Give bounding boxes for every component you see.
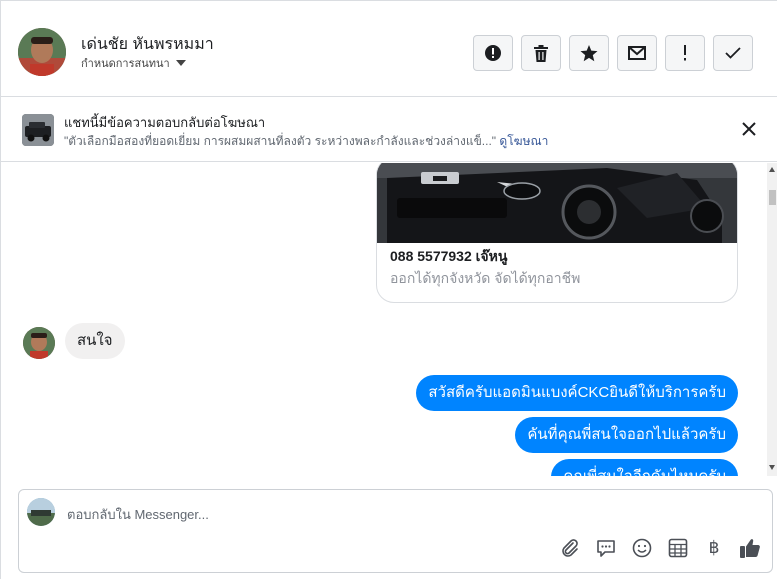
payment-button[interactable]: ฿: [703, 537, 725, 559]
scroll-down-arrow[interactable]: [769, 465, 775, 470]
caret-down-icon: [175, 60, 186, 66]
page-avatar: [27, 498, 55, 526]
message-thread[interactable]: 088 5577932 เจ๊หนู ออกได้ทุกจังหวัด จัดไ…: [1, 163, 767, 476]
ad-reply-title: แชทนี้มีข้อความตอบกลับต่อโฆษณา: [64, 115, 266, 130]
scroll-thumb[interactable]: [769, 190, 776, 205]
star-icon: [580, 44, 598, 61]
emoji-icon: [632, 538, 652, 558]
done-button[interactable]: [713, 35, 753, 71]
report-button[interactable]: [473, 35, 513, 71]
reply-composer: ฿: [18, 489, 773, 573]
mark-unread-button[interactable]: [617, 35, 657, 71]
close-banner-button[interactable]: [739, 119, 759, 139]
conversation-settings-dropdown[interactable]: กำหนดการสนทนา: [81, 54, 186, 72]
star-button[interactable]: [569, 35, 609, 71]
saved-replies-button[interactable]: [595, 537, 617, 559]
appointment-button[interactable]: [667, 537, 689, 559]
attach-button[interactable]: [559, 537, 581, 559]
chat-bubble-icon: [597, 539, 615, 557]
baht-icon: ฿: [708, 538, 720, 558]
delete-button[interactable]: [521, 35, 561, 71]
reply-input[interactable]: [67, 504, 757, 524]
messenger-panel: เด่นชัย หันพรหมมา กำหนดการสนทนา แชทนี้มี…: [0, 0, 777, 579]
ad-card-subtitle: ออกได้ทุกจังหวัด จัดได้ทุกอาชีพ: [390, 270, 581, 286]
contact-avatar[interactable]: [18, 28, 66, 76]
header-actions: [473, 35, 753, 71]
exclamation-circle-icon: [485, 45, 501, 61]
envelope-icon: [628, 46, 646, 60]
outgoing-message: คันที่คุณพี่สนใจออกไปแล้วครับ: [515, 417, 738, 453]
composer-tools: ฿: [559, 537, 761, 559]
spam-button[interactable]: [665, 35, 705, 71]
incoming-message: สนใจ: [65, 323, 125, 359]
conversation-header: เด่นชัย หันพรหมมา กำหนดการสนทนา: [1, 1, 777, 97]
thumbs-up-icon: [740, 539, 760, 558]
table-icon: [668, 538, 688, 558]
ad-card-image: [377, 163, 737, 243]
trash-icon: [534, 44, 548, 62]
exclamation-icon: [684, 45, 686, 61]
outgoing-message: คุณพี่สนใจอีกคันไหมครับ: [551, 459, 738, 476]
paperclip-icon: [562, 539, 578, 557]
ad-card-title: 088 5577932 เจ๊หนู: [390, 248, 508, 264]
close-icon: [742, 122, 756, 136]
ad-reply-banner: แชทนี้มีข้อความตอบกลับต่อโฆษณา "ตัวเลือก…: [1, 98, 777, 162]
like-button[interactable]: [739, 537, 761, 559]
ad-card[interactable]: 088 5577932 เจ๊หนู ออกได้ทุกจังหวัด จัดไ…: [376, 163, 738, 303]
ad-quote-text: "ตัวเลือกมือสองที่ยอดเยี่ยม การผสมผสานที…: [64, 134, 497, 148]
conversation-settings-label: กำหนดการสนทนา: [81, 58, 170, 70]
outgoing-message: สวัสดีครับแอดมินแบงค์CKCยินดีให้บริการคร…: [416, 375, 738, 411]
view-ad-link[interactable]: ดูโฆษณา: [499, 134, 548, 148]
ad-quote: "ตัวเลือกมือสองที่ยอดเยี่ยม การผสมผสานที…: [64, 132, 548, 151]
scroll-up-arrow[interactable]: [769, 167, 775, 172]
contact-avatar-small: [23, 327, 55, 359]
emoji-button[interactable]: [631, 537, 653, 559]
ad-thumbnail: [22, 114, 54, 146]
check-icon: [725, 47, 741, 59]
message-scrollbar[interactable]: [767, 163, 777, 476]
